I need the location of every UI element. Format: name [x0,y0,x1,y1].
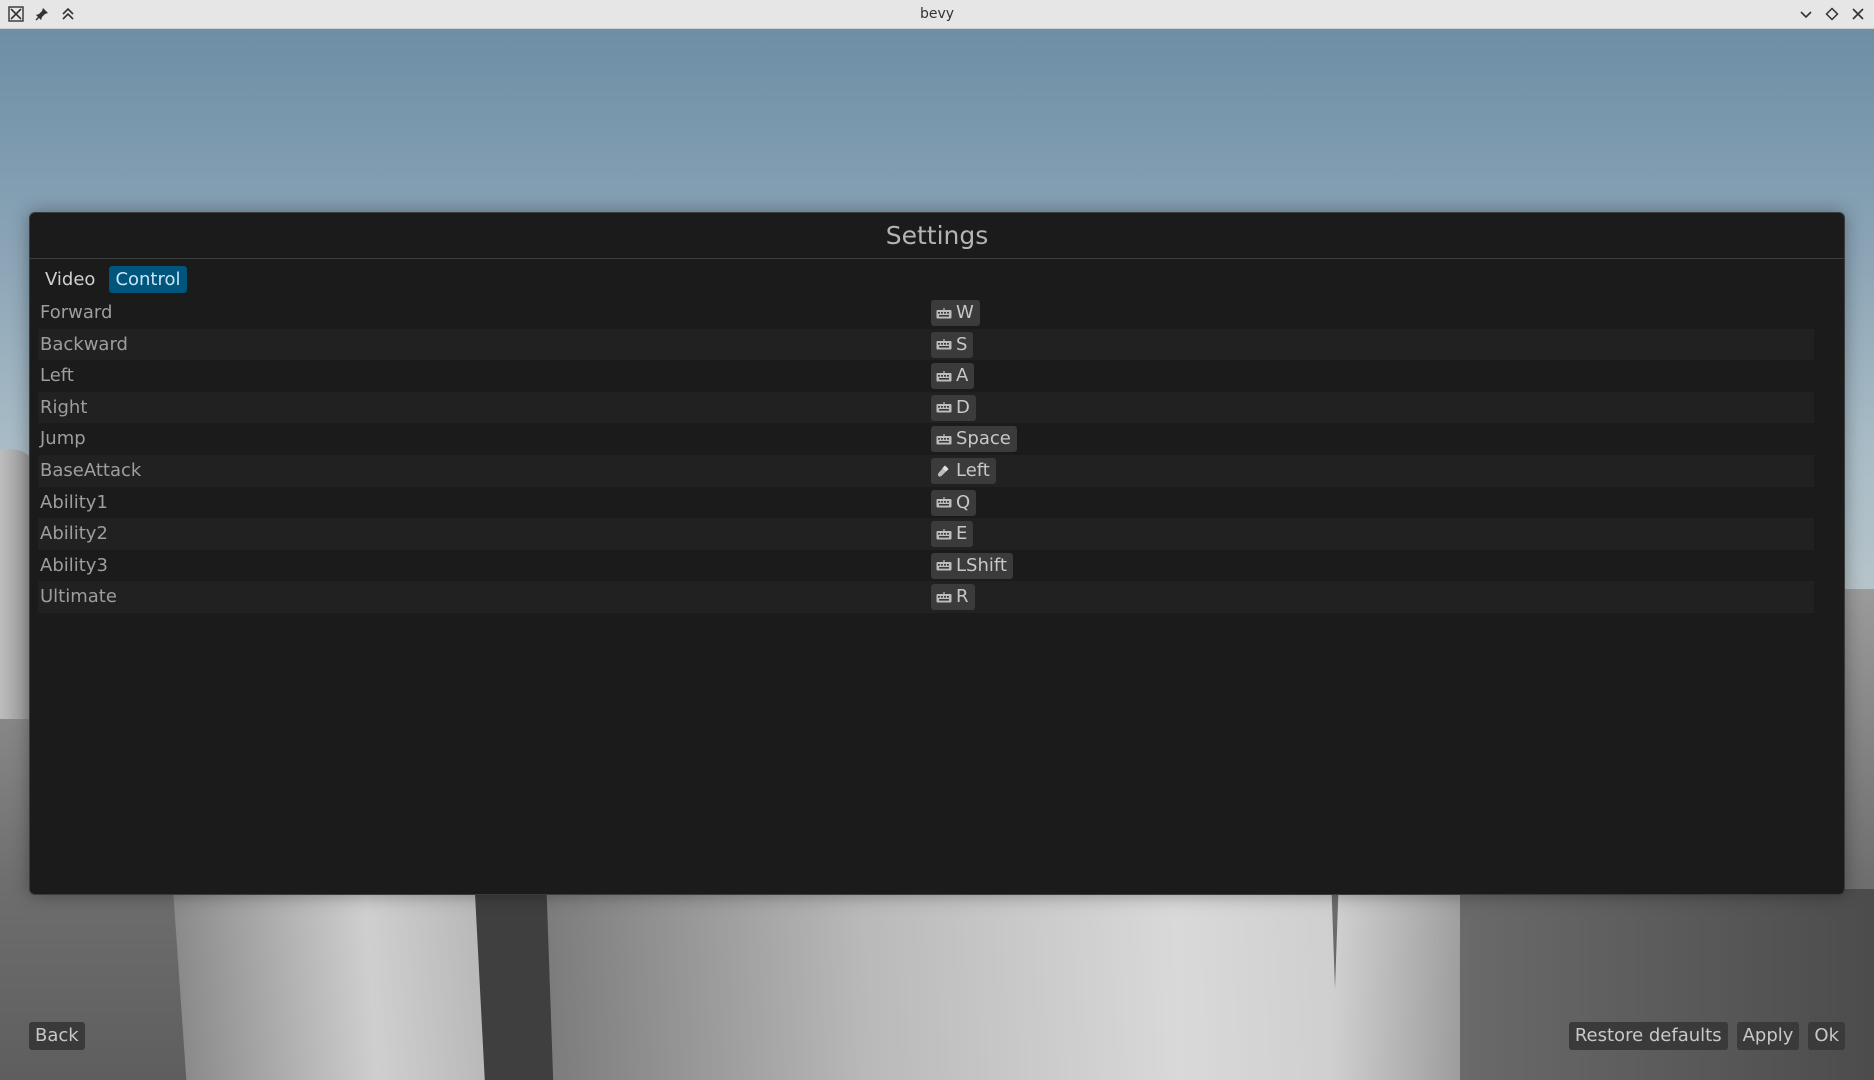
binding-action-label: Ultimate [40,586,117,608]
binding-key-label: W [956,302,974,323]
binding-row-forward: Forward W [38,297,1814,329]
binding-key-label: Q [956,491,971,513]
binding-key-label: A [956,365,969,387]
mouse-icon [936,464,954,478]
binding-key-label: E [956,523,968,545]
binding-row-ability1: Ability1 Q [38,487,1814,519]
binding-key-button[interactable]: E [931,521,974,548]
close-icon[interactable] [1848,4,1868,24]
keyboard-icon [936,338,954,352]
ok-button[interactable]: Ok [1808,1022,1845,1050]
binding-key-label: Left [956,459,990,481]
keyboard-icon [936,527,954,541]
binding-key-button[interactable]: A [931,363,975,390]
tab-control[interactable]: Control [109,266,187,293]
binding-key-button[interactable]: S [931,331,974,358]
binding-action-label: Jump [40,428,86,450]
binding-action-label: Backward [40,333,128,355]
binding-action-label: Ability1 [40,491,108,513]
back-button[interactable]: Back [29,1022,85,1050]
settings-panel: Settings Video Control Forward W Backwar… [29,212,1845,895]
binding-key-button[interactable]: Space [931,426,1017,453]
window-titlebar: bevy [0,0,1874,29]
binding-row-jump: Jump Space [38,423,1814,455]
binding-row-ability2: Ability2 E [38,518,1814,550]
binding-action-label: Left [40,365,74,387]
binding-key-button[interactable]: D [931,394,976,421]
binding-key-label: S [956,333,968,355]
keyboard-icon [936,306,954,320]
maximize-icon[interactable] [1822,4,1842,24]
binding-row-left: Left A [38,360,1814,392]
scene-object [1331,889,1474,1080]
settings-tabs: Video Control [39,266,187,293]
binding-action-label: Ability2 [40,523,108,545]
keyboard-icon [936,559,954,573]
bindings-list: Forward W Backward S Left A Right D Jump… [38,297,1814,613]
binding-action-label: Ability3 [40,554,108,576]
binding-action-label: Right [40,396,88,418]
keyboard-icon [936,369,954,383]
scene-object [173,889,507,1080]
binding-key-label: Space [956,428,1011,450]
settings-title: Settings [30,213,1844,259]
binding-row-backward: Backward S [38,328,1814,361]
binding-key-label: LShift [956,554,1007,576]
binding-row-right: Right D [38,391,1814,424]
binding-action-label: Forward [40,302,113,323]
binding-key-button[interactable]: W [931,300,980,326]
binding-key-button[interactable]: R [931,584,975,611]
binding-key-button[interactable]: Left [931,457,996,484]
minimize-icon[interactable] [1796,4,1816,24]
binding-row-baseattack: BaseAttack Left [38,454,1814,487]
binding-row-ability3: Ability3 LShift [38,550,1814,582]
keyboard-icon [936,590,954,604]
binding-key-button[interactable]: LShift [931,552,1013,579]
keyboard-icon [936,432,954,446]
scene-object [1460,889,1874,1080]
tab-video[interactable]: Video [39,266,101,293]
apply-button[interactable]: Apply [1736,1022,1800,1050]
binding-row-ultimate: Ultimate R [38,581,1814,613]
restore-defaults-button[interactable]: Restore defaults [1568,1022,1728,1050]
binding-key-button[interactable]: Q [931,489,977,516]
keyboard-icon [936,496,954,510]
binding-key-label: R [956,586,969,608]
binding-key-label: D [956,396,970,418]
keyboard-icon [936,401,954,415]
window-title: bevy [919,6,955,22]
scene-object [546,889,1339,1080]
binding-action-label: BaseAttack [40,459,142,481]
dialog-buttons: Restore defaults Apply Ok [1568,1022,1845,1050]
